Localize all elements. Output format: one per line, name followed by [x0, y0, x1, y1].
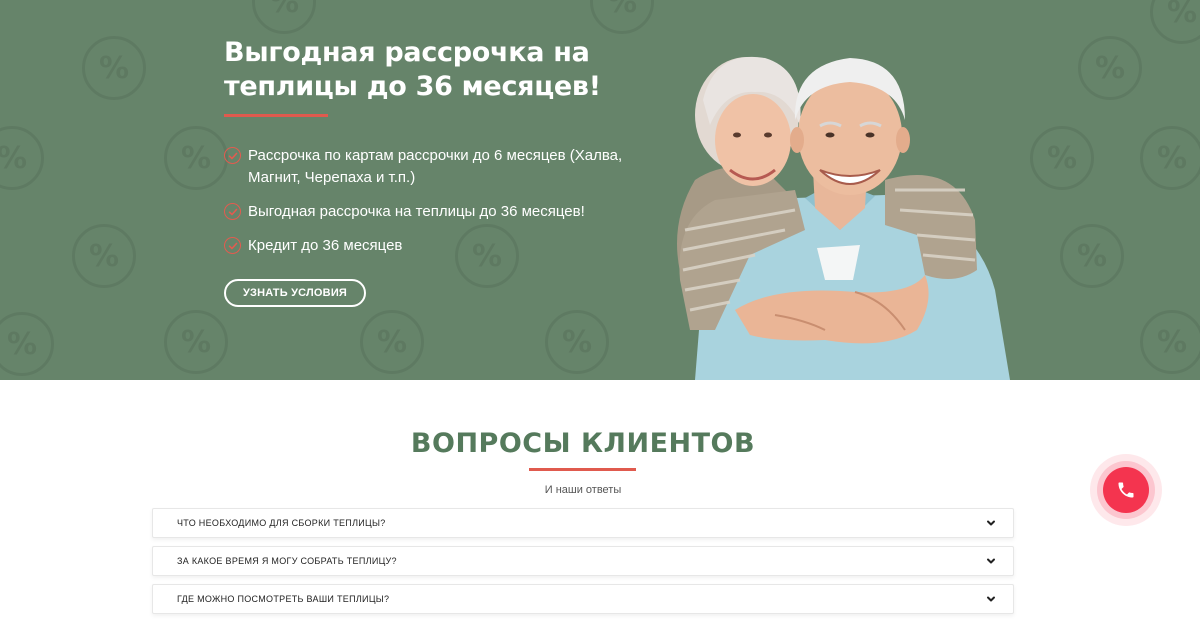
chevron-down-icon [987, 520, 995, 526]
benefit-text: Кредит до 36 месяцев [248, 237, 403, 254]
faq-item[interactable]: ГДЕ МОЖНО ПОСМОТРЕТЬ ВАШИ ТЕПЛИЦЫ? [152, 584, 1014, 614]
hero-content: Выгодная рассрочка на теплицы до 36 меся… [224, 36, 644, 307]
hero-title: Выгодная рассрочка на теплицы до 36 меся… [224, 36, 644, 104]
check-circle-icon [224, 147, 241, 164]
benefit-text: Рассрочка по картам рассрочки до 6 месяц… [248, 147, 623, 186]
check-circle-icon [224, 203, 241, 220]
percent-icon: % [164, 310, 228, 374]
hero-title-line: Выгодная рассрочка на [224, 37, 590, 68]
benefit-item: Выгодная рассрочка на теплицы до 36 меся… [224, 201, 624, 223]
benefit-item: Рассрочка по картам рассрочки до 6 месяц… [224, 145, 624, 189]
hero-banner: % % % % % % % % % % % % % % % % % Выгодн… [0, 0, 1200, 380]
faq-question: ЗА КАКОЕ ВРЕМЯ Я МОГУ СОБРАТЬ ТЕПЛИЦУ? [177, 556, 397, 566]
percent-icon: % [0, 126, 44, 190]
percent-icon: % [590, 0, 654, 34]
benefits-list: Рассрочка по картам рассрочки до 6 месяц… [224, 145, 644, 257]
faq-title-underline [529, 468, 636, 471]
percent-icon: % [1150, 0, 1200, 44]
benefit-text: Выгодная рассрочка на теплицы до 36 меся… [248, 203, 585, 220]
percent-icon: % [1140, 310, 1200, 374]
call-button-ring [1097, 461, 1155, 519]
chevron-down-icon [987, 596, 995, 602]
title-underline [224, 114, 328, 117]
faq-accordion: ЧТО НЕОБХОДИМО ДЛЯ СБОРКИ ТЕПЛИЦЫ? ЗА КА… [152, 508, 1014, 622]
chevron-down-icon [987, 558, 995, 564]
faq-subtitle: И наши ответы [544, 484, 622, 496]
hero-title-line: теплицы до 36 месяцев! [224, 71, 601, 102]
faq-question: ГДЕ МОЖНО ПОСМОТРЕТЬ ВАШИ ТЕПЛИЦЫ? [177, 594, 390, 604]
percent-icon: % [1060, 224, 1124, 288]
call-button[interactable] [1103, 467, 1149, 513]
percent-icon: % [1030, 126, 1094, 190]
faq-item[interactable]: ЗА КАКОЕ ВРЕМЯ Я МОГУ СОБРАТЬ ТЕПЛИЦУ? [152, 546, 1014, 576]
percent-icon: % [545, 310, 609, 374]
learn-terms-button[interactable]: УЗНАТЬ УСЛОВИЯ [224, 279, 366, 307]
percent-icon: % [252, 0, 316, 34]
percent-icon: % [1140, 126, 1200, 190]
call-button-halo [1090, 454, 1162, 526]
elderly-couple-image [677, 56, 1010, 380]
faq-item[interactable]: ЧТО НЕОБХОДИМО ДЛЯ СБОРКИ ТЕПЛИЦЫ? [152, 508, 1014, 538]
percent-icon: % [82, 36, 146, 100]
phone-icon [1118, 482, 1134, 498]
faq-title: ВОПРОСЫ КЛИЕНТОВ [410, 428, 756, 459]
percent-icon: % [360, 310, 424, 374]
percent-icon: % [0, 312, 54, 376]
percent-icon: % [72, 224, 136, 288]
faq-question: ЧТО НЕОБХОДИМО ДЛЯ СБОРКИ ТЕПЛИЦЫ? [177, 518, 386, 528]
check-circle-icon [224, 237, 241, 254]
benefit-item: Кредит до 36 месяцев [224, 235, 624, 257]
percent-icon: % [164, 126, 228, 190]
percent-icon: % [1078, 36, 1142, 100]
